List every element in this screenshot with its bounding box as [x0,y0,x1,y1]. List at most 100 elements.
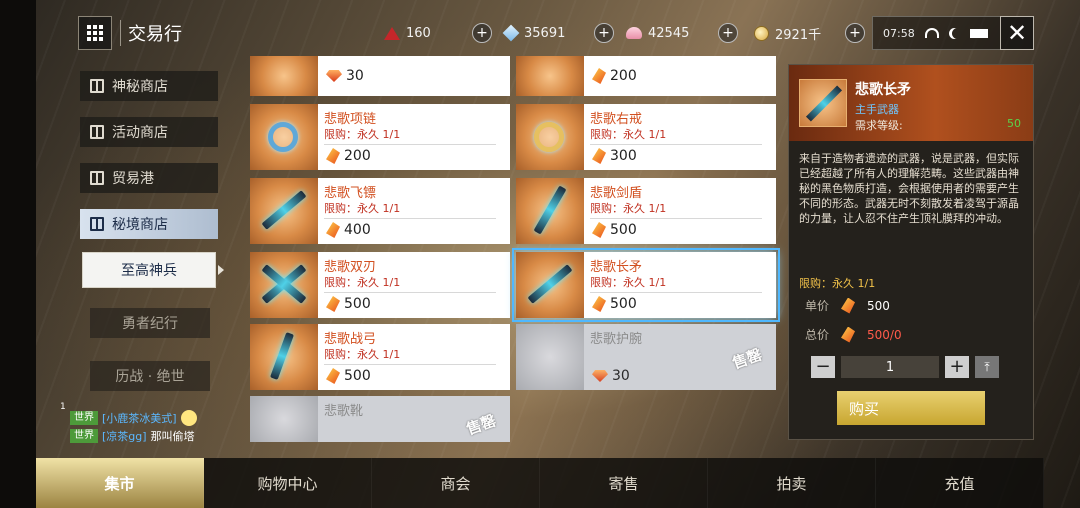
nav-label: 秘境商店 [112,217,168,233]
item-card[interactable]: 悲歌项链 限购：永久 1/1 200 [250,104,510,170]
nav-hero-journey[interactable]: 勇者纪行 [90,308,210,338]
total-price-row: 总价 500/0 [805,326,902,343]
item-limit: 限购：永久 1/1 [590,202,667,215]
item-name: 悲歌右戒 [590,112,643,127]
item-thumbnail [250,56,318,96]
item-thumbnail [516,324,584,390]
chat-message: 那叫偷塔 [150,430,195,443]
chat-line[interactable]: 世界 [小鹿茶冰美式] [70,410,197,426]
currency-red-crystal: 160 + [384,23,492,43]
item-limit: 限购：永久 1/1 [324,276,401,289]
item-card-selected[interactable]: 悲歌长矛 限购：永久 1/1 500 [512,248,780,322]
red-gem-icon [592,370,608,382]
item-thumbnail [516,56,584,96]
quantity-value[interactable]: 1 [841,356,939,378]
bottom-tab-bar: 集市 购物中心 商会 寄售 拍卖 充值 [36,458,1044,508]
nav-trade-port[interactable]: 贸易港 [80,163,218,193]
feather-icon [841,297,856,314]
item-card-sold-out[interactable]: 悲歌护腕 30 售罄 [516,324,776,390]
item-card[interactable]: 30 [250,56,510,96]
title-divider [120,20,121,46]
item-card[interactable]: 悲歌剑盾 限购：永久 1/1 500 [516,178,776,244]
nav-secret-realm-shop[interactable]: 秘境商店 [80,209,218,239]
detail-item-name: 悲歌长矛 [855,82,911,98]
increase-quantity-button[interactable]: + [945,356,969,378]
nav-label: 活动商店 [112,125,168,141]
currency-value: 160 [406,25,431,41]
item-card[interactable]: 悲歌右戒 限购：永久 1/1 300 [516,104,776,170]
quantity-stepper: − 1 + ⤒ [811,355,1011,379]
red-crystal-icon [384,26,400,40]
chat-channel-tag: 世界 [70,411,98,425]
add-diamond-button[interactable]: + [594,23,614,43]
currency-diamond: 35691 + [502,23,614,43]
item-thumbnail [516,104,584,170]
chat-sender: [小鹿茶冰美式] [102,412,177,425]
tab-recharge[interactable]: 充值 [876,458,1044,508]
item-price: 30 [326,68,364,84]
detail-description: 来自于造物者遗迹的武器，说是武器，但实际已经超越了所有人的理解范畴。这些武器由神… [799,152,1019,225]
item-name: 悲歌双刃 [324,260,377,275]
currency-shell: 42545 + [626,23,738,43]
nav-label: 贸易港 [112,171,154,187]
detail-level-value: 50 [1007,117,1021,130]
feather-icon [326,148,340,164]
feather-icon [841,326,856,343]
feather-icon [326,296,340,312]
item-card[interactable]: 悲歌飞镖 限购：永久 1/1 400 [250,178,510,244]
item-name: 悲歌项链 [324,112,377,127]
item-card[interactable]: 悲歌双刃 限购：永久 1/1 500 [250,252,510,318]
close-icon: ✕ [1006,19,1028,47]
add-gold-button[interactable]: + [845,23,865,43]
total-price: 500/0 [867,327,902,342]
detail-item-type: 主手武器 [855,103,899,116]
item-thumbnail [250,396,318,442]
max-quantity-button[interactable]: ⤒ [975,356,999,378]
item-card-sold-out[interactable]: 悲歌靴 售罄 [250,396,510,442]
item-price: 500 [592,222,637,238]
emoji-icon [180,410,197,426]
tab-guild[interactable]: 商会 [372,458,540,508]
tab-auction[interactable]: 拍卖 [708,458,876,508]
item-card[interactable]: 悲歌战弓 限购：永久 1/1 500 [250,324,510,390]
tab-shopping-center[interactable]: 购物中心 [204,458,372,508]
grid-menu-icon [87,25,103,41]
detail-thumbnail [799,79,847,127]
feather-icon [592,148,606,164]
nav-mystery-shop[interactable]: 神秘商店 [80,71,218,101]
add-shell-button[interactable]: + [718,23,738,43]
tab-market[interactable]: 集市 [36,458,204,508]
currency-value: 42545 [648,25,690,41]
shell-icon [626,27,642,39]
screen-edge [0,0,36,508]
item-name: 悲歌长矛 [590,260,643,275]
close-button[interactable]: ✕ [1000,16,1034,50]
add-red-crystal-button[interactable]: + [472,23,492,43]
item-limit: 限购：永久 1/1 [324,348,401,361]
item-price: 500 [326,368,371,384]
sold-out-stamp: 售罄 [729,345,765,373]
item-thumbnail [516,178,584,244]
currency-value: 35691 [524,25,566,41]
chat-line[interactable]: 世界 [凉茶gg] 那叫偷塔 [70,428,195,444]
nav-sub-supreme-weapons[interactable]: 至高神兵 [82,252,224,288]
item-price: 500 [326,296,371,312]
item-detail-panel: 悲歌长矛 主手武器 需求等级: 50 来自于造物者遗迹的武器，说是武器，但实际已… [788,64,1034,440]
item-name: 悲歌护腕 [590,332,643,347]
chat-channel-tag: 世界 [70,429,98,443]
nav-event-shop[interactable]: 活动商店 [80,117,218,147]
buy-button[interactable]: 购买 [837,391,985,425]
top-bar: 交易行 160 + 35691 + 42545 + 2921千 + 07:58 … [36,0,1080,64]
unit-price: 500 [867,298,890,313]
item-limit: 限购：永久 1/1 [590,276,667,289]
feather-icon [326,222,340,238]
tab-consignment[interactable]: 寄售 [540,458,708,508]
item-name: 悲歌飞镖 [324,186,377,201]
item-price: 400 [326,222,371,238]
item-card[interactable]: 200 [516,56,776,96]
decrease-quantity-button[interactable]: − [811,356,835,378]
menu-button[interactable] [78,16,112,50]
gift-icon [90,217,104,231]
nav-battle-peerless[interactable]: 历战 · 绝世 [90,361,210,391]
item-price: 200 [326,148,371,164]
